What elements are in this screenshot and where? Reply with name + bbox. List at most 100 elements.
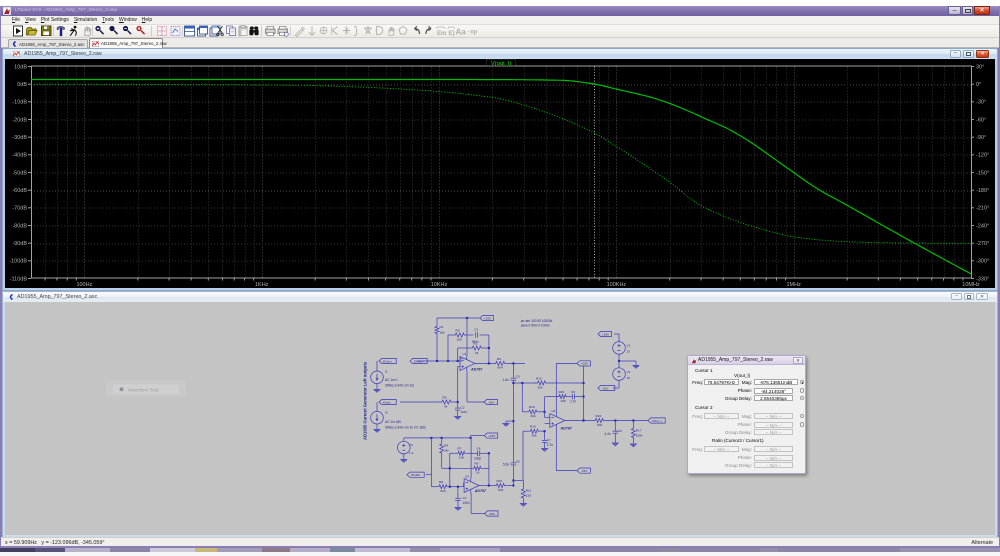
svg-text:-150°: -150° <box>976 170 989 176</box>
svg-text:R3: R3 <box>456 329 460 333</box>
svg-text:V3: V3 <box>409 443 413 447</box>
svg-text:10dB: 10dB <box>14 64 27 70</box>
svg-text:I1: I1 <box>385 370 388 374</box>
svg-text:0dB: 0dB <box>17 82 27 88</box>
svg-text:4k: 4k <box>444 405 448 409</box>
svg-text:100: 100 <box>561 399 566 403</box>
svg-text:-20dB: -20dB <box>12 117 27 123</box>
svg-text:100KHz: 100KHz <box>607 282 627 288</box>
svg-text:-15V: -15V <box>488 512 495 516</box>
svg-text:1k8: 1k8 <box>440 331 445 335</box>
svg-text:AC 1m 0: AC 1m 0 <box>385 378 398 382</box>
svg-text:SINE(-3.34m 1m 1k): SINE(-3.34m 1m 1k) <box>385 383 414 387</box>
svg-text:100n: 100n <box>461 410 468 414</box>
svg-text:U3: U3 <box>465 475 469 479</box>
svg-text:-50dB: -50dB <box>12 170 27 176</box>
svg-text:4.4n: 4.4n <box>605 432 611 436</box>
svg-text:V2: V2 <box>627 370 631 374</box>
svg-text:R1: R1 <box>440 325 444 329</box>
svg-text:15: 15 <box>627 350 631 354</box>
svg-text:100: 100 <box>457 338 462 342</box>
svg-text:R12: R12 <box>536 377 542 381</box>
svg-text:R7: R7 <box>458 447 462 451</box>
svg-text:2.7n: 2.7n <box>547 443 553 447</box>
svg-text:R2: R2 <box>474 342 478 346</box>
svg-text:1KHz: 1KHz <box>255 282 269 288</box>
svg-text:10MHz: 10MHz <box>962 282 980 288</box>
svg-text:C5: C5 <box>516 375 520 379</box>
svg-text:-90dB: -90dB <box>12 241 27 247</box>
svg-text:100Hz: 100Hz <box>76 282 92 288</box>
svg-text:AD797: AD797 <box>470 368 483 372</box>
svg-text:R16: R16 <box>596 414 602 418</box>
svg-text:100k: 100k <box>636 433 643 437</box>
svg-text:0°: 0° <box>976 82 981 88</box>
svg-text:+15V: +15V <box>602 332 610 336</box>
svg-text:-10dB: -10dB <box>12 99 27 105</box>
svg-text:C8: C8 <box>571 390 575 394</box>
svg-text:-210°: -210° <box>976 205 989 211</box>
svg-text:-240°: -240° <box>976 223 989 229</box>
svg-text:E}: E} <box>449 31 456 37</box>
svg-text:R17: R17 <box>636 428 642 432</box>
svg-text:1.8n: 1.8n <box>503 378 509 382</box>
svg-text:-90°: -90° <box>976 135 986 141</box>
svg-text:C6: C6 <box>516 460 520 464</box>
svg-text:20k: 20k <box>538 386 543 390</box>
svg-text:1.4: 1.4 <box>409 451 414 455</box>
svg-text:.save 0 50m 0 1000u: .save 0 50m 0 1000u <box>520 324 550 328</box>
svg-text:-60°: -60° <box>976 117 986 123</box>
svg-text:604: 604 <box>597 423 602 427</box>
svg-text:604: 604 <box>498 488 503 492</box>
svg-text:C7: C7 <box>547 438 551 442</box>
svg-text:SINE(-3.34m 1m 1k 0 0 180): SINE(-3.34m 1m 1k 0 0 180) <box>385 425 426 429</box>
svg-text:-120°: -120° <box>976 152 989 158</box>
svg-text:C2: C2 <box>461 406 465 410</box>
svg-text:100p: 100p <box>474 456 481 460</box>
svg-text:-15V: -15V <box>488 400 495 404</box>
svg-text:-100dB: -100dB <box>9 258 27 264</box>
svg-text:5.6n: 5.6n <box>503 463 509 467</box>
svg-text:-110dB: -110dB <box>10 276 28 282</box>
svg-text:+15V: +15V <box>581 362 589 366</box>
svg-text:IOutL-: IOutL- <box>383 400 392 404</box>
svg-text:U2: U2 <box>552 409 556 413</box>
svg-text:AC 1m 180: AC 1m 180 <box>385 420 401 424</box>
svg-text:-80dB: -80dB <box>12 223 27 229</box>
svg-text:-180°: -180° <box>976 188 989 194</box>
svg-text:-15V: -15V <box>602 386 609 390</box>
svg-text:-30°: -30° <box>976 99 986 105</box>
svg-text:2.7n: 2.7n <box>570 400 576 404</box>
svg-text:R8: R8 <box>439 480 443 484</box>
svg-text:2k: 2k <box>475 351 479 355</box>
svg-text:20k: 20k <box>532 434 537 438</box>
svg-text:20k: 20k <box>531 414 536 418</box>
svg-text:C1: C1 <box>474 328 478 332</box>
svg-text:120: 120 <box>526 494 531 498</box>
svg-text:-60dB: -60dB <box>12 188 27 194</box>
svg-text:U1: U1 <box>463 352 467 356</box>
svg-text:10KHz: 10KHz <box>431 282 448 288</box>
svg-text:Aa: Aa <box>456 28 467 37</box>
svg-text:+15V: +15V <box>484 316 492 320</box>
svg-text:R4: R4 <box>444 444 448 448</box>
svg-text:-30dB: -30dB <box>12 135 27 141</box>
svg-text:.ac dec 100 50 10000k: .ac dec 100 50 10000k <box>520 319 553 323</box>
svg-text:AD1955 Current Generator Left: AD1955 Current Generator Left outputs <box>363 361 368 440</box>
svg-text:Em: Em <box>437 31 446 37</box>
svg-text:15: 15 <box>627 376 631 380</box>
svg-text:R15: R15 <box>559 390 565 394</box>
svg-text:R5: R5 <box>475 462 479 466</box>
svg-text:-270°: -270° <box>976 241 989 247</box>
svg-text:1MHz: 1MHz <box>787 282 802 288</box>
svg-text:100n: 100n <box>462 501 469 505</box>
svg-text:-300°: -300° <box>976 258 989 264</box>
svg-text:-15V: -15V <box>581 469 588 473</box>
svg-text:VOut_L: VOut_L <box>652 419 663 423</box>
svg-text:R14: R14 <box>530 425 536 429</box>
svg-text:-40dB: -40dB <box>12 152 27 158</box>
svg-text:IOutL+: IOutL+ <box>383 359 393 363</box>
svg-text:·op: ·op <box>467 29 478 36</box>
svg-text:C9: C9 <box>618 429 622 433</box>
svg-text:10k: 10k <box>459 456 464 460</box>
